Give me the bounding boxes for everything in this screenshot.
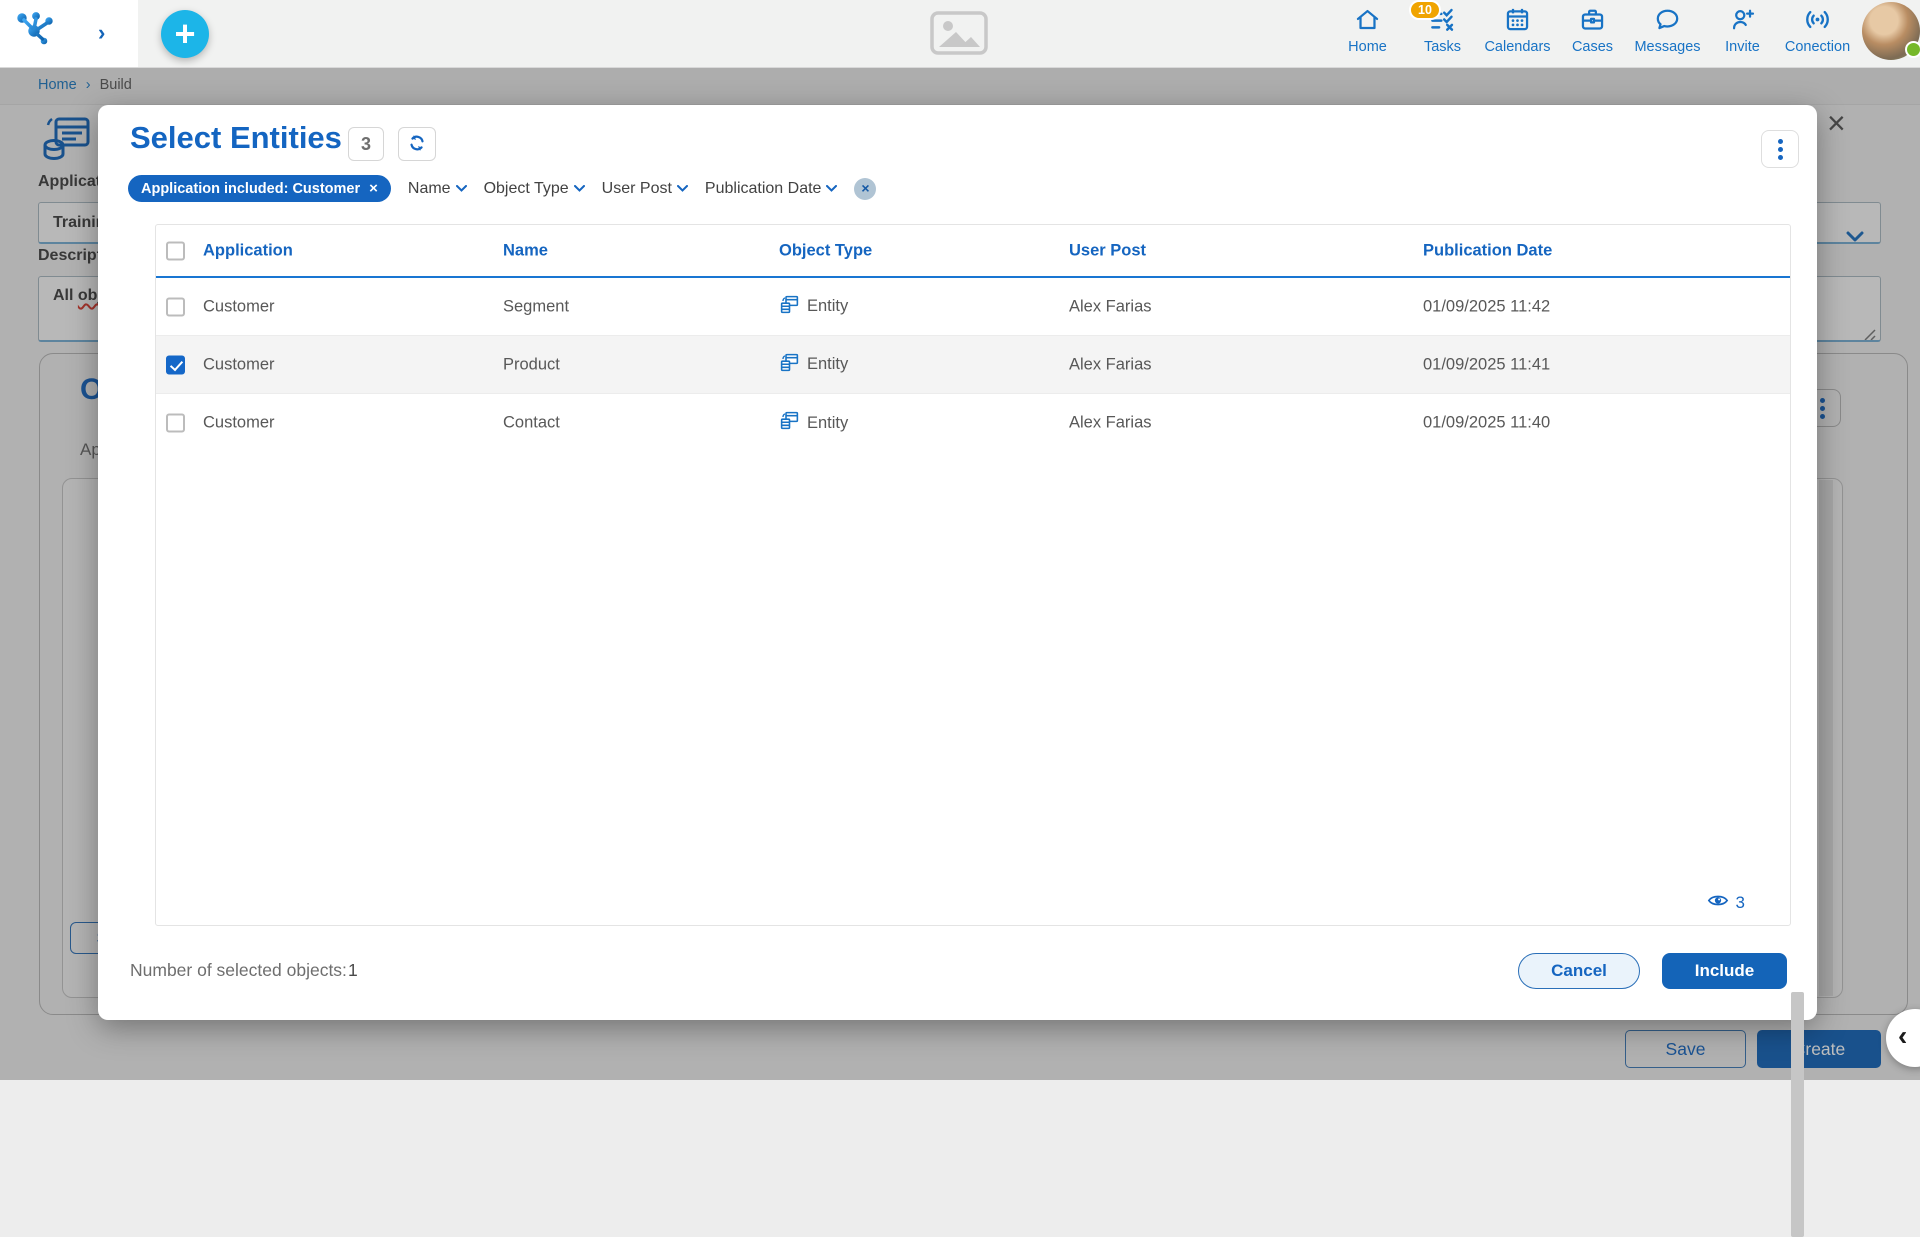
visible-rows-indicator: 3 xyxy=(1707,893,1745,913)
row-checkbox[interactable] xyxy=(166,355,185,374)
results-count-badge: 3 xyxy=(348,127,384,161)
select-all-checkbox[interactable] xyxy=(166,241,185,260)
select-entities-dialog: Select Entities 3 Application included: … xyxy=(98,105,1817,1020)
nav-item-invite[interactable]: Invite xyxy=(1705,6,1780,55)
filter-dropdown-name[interactable]: Name xyxy=(408,180,467,198)
nav-item-cases[interactable]: Cases xyxy=(1555,6,1630,55)
column-header-object-type[interactable]: Object Type xyxy=(779,241,872,260)
entity-icon xyxy=(779,294,800,320)
selected-objects-count: 1 xyxy=(348,960,358,981)
table-row[interactable]: Customer Segment Entity Alex Farias 01/0… xyxy=(156,278,1790,336)
chevron-down-icon xyxy=(574,185,585,192)
message-bubble-icon xyxy=(1654,6,1681,33)
eye-icon xyxy=(1707,893,1729,913)
sidebar-expand-chevron-icon[interactable]: › xyxy=(98,20,112,40)
clear-filters-button[interactable]: × xyxy=(854,178,876,200)
filter-dropdown-publication-date[interactable]: Publication Date xyxy=(705,180,838,198)
briefcase-icon xyxy=(1579,6,1606,33)
invite-person-icon xyxy=(1729,6,1756,33)
entity-icon xyxy=(779,352,800,378)
row-checkbox[interactable] xyxy=(166,297,185,316)
tasks-icon: 10 xyxy=(1429,6,1456,33)
filter-bar: Application included: Customer × Name Ob… xyxy=(128,175,876,202)
active-filter-chip[interactable]: Application included: Customer × xyxy=(128,175,391,202)
connection-signal-icon xyxy=(1804,6,1831,33)
refresh-button[interactable] xyxy=(398,127,436,161)
table-row[interactable]: Customer Product Entity Alex Farias 01/0… xyxy=(156,336,1790,394)
cancel-button[interactable]: Cancel xyxy=(1518,953,1640,989)
column-header-name[interactable]: Name xyxy=(503,241,548,260)
chevron-down-icon xyxy=(826,185,837,192)
add-button[interactable]: + xyxy=(161,10,209,58)
entities-table: Application Name Object Type User Post P… xyxy=(155,224,1791,926)
close-icon[interactable]: × xyxy=(1827,110,1846,136)
app-logo-icon xyxy=(14,10,58,50)
sidebar-header: › xyxy=(0,0,138,67)
image-placeholder-icon xyxy=(930,11,988,55)
page-content: Home › Build Applicat Trainin Descript A… xyxy=(0,68,1920,1080)
column-header-publication-date[interactable]: Publication Date xyxy=(1423,241,1552,260)
top-navigation: Home 10 Tasks xyxy=(1330,6,1855,55)
chevron-down-icon xyxy=(677,185,688,192)
chevron-down-icon xyxy=(456,185,467,192)
nav-item-conection[interactable]: Conection xyxy=(1780,6,1855,55)
user-avatar[interactable] xyxy=(1862,2,1920,60)
selected-objects-label: Number of selected objects: xyxy=(130,960,347,981)
nav-item-tasks[interactable]: 10 Tasks xyxy=(1405,6,1480,55)
column-header-user-post[interactable]: User Post xyxy=(1069,241,1146,260)
dialog-title: Select Entities xyxy=(130,120,342,156)
include-button[interactable]: Include xyxy=(1662,953,1787,989)
column-header-application[interactable]: Application xyxy=(203,241,293,260)
nav-item-messages[interactable]: Messages xyxy=(1630,6,1705,55)
row-checkbox[interactable] xyxy=(166,414,185,433)
filter-dropdown-object-type[interactable]: Object Type xyxy=(484,180,585,198)
remove-filter-icon[interactable]: × xyxy=(369,181,378,196)
table-header-row: Application Name Object Type User Post P… xyxy=(156,225,1790,278)
calendar-icon xyxy=(1504,6,1531,33)
table-row[interactable]: Customer Contact Entity Alex Farias 01/0… xyxy=(156,394,1790,452)
entity-icon xyxy=(779,410,800,436)
refresh-icon xyxy=(406,132,428,157)
tasks-count-badge: 10 xyxy=(1409,0,1441,20)
dialog-menu-button[interactable] xyxy=(1761,130,1799,168)
home-icon xyxy=(1354,6,1381,33)
filter-dropdown-user-post[interactable]: User Post xyxy=(602,180,688,198)
scrollbar-thumb[interactable] xyxy=(1791,992,1804,1237)
nav-item-home[interactable]: Home xyxy=(1330,6,1405,55)
online-status-dot xyxy=(1905,41,1920,58)
top-bar: › + Home xyxy=(0,0,1920,68)
nav-item-calendars[interactable]: Calendars xyxy=(1480,6,1555,55)
